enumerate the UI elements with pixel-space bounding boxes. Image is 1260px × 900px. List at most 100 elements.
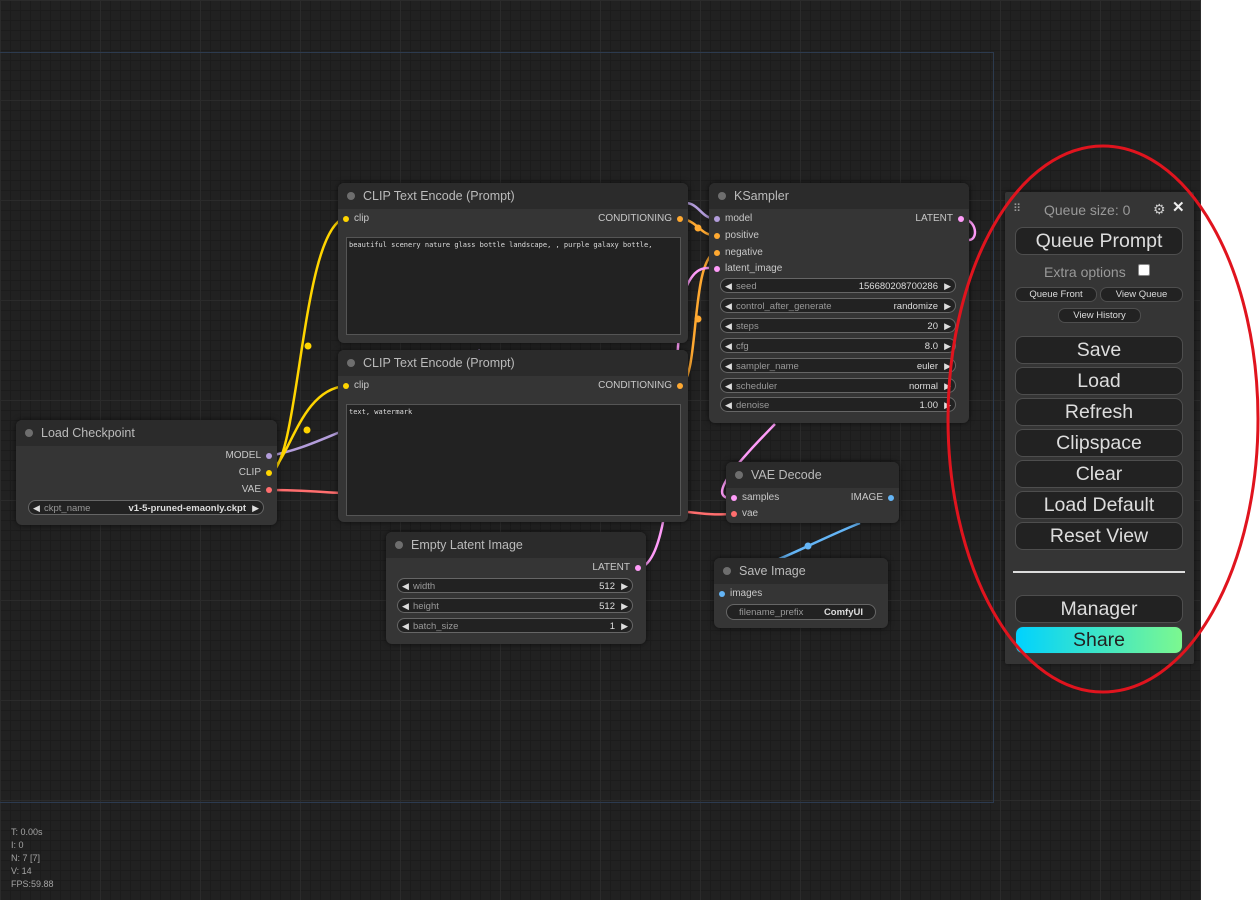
- collapse-dot[interactable]: [395, 541, 403, 549]
- widget-width[interactable]: ◀ width 512 ▶: [397, 578, 633, 593]
- output-slot-conditioning[interactable]: CONDITIONING: [598, 213, 683, 225]
- widget-sampler-name[interactable]: ◀ sampler_name euler ▶: [720, 358, 956, 373]
- widget-scheduler[interactable]: ◀ scheduler normal ▶: [720, 378, 956, 393]
- increment-arrow-icon[interactable]: ▶: [621, 579, 628, 594]
- queue-size-label: Queue size: 0: [1044, 202, 1131, 218]
- decrement-arrow-icon[interactable]: ◀: [725, 398, 732, 413]
- node-title[interactable]: Load Checkpoint: [16, 420, 277, 446]
- collapse-dot[interactable]: [723, 567, 731, 575]
- decrement-arrow-icon[interactable]: ◀: [725, 339, 732, 354]
- prompt-textarea[interactable]: beautiful scenery nature glass bottle la…: [346, 237, 681, 335]
- decrement-arrow-icon[interactable]: ◀: [725, 319, 732, 334]
- widget-label: control_after_generate: [736, 301, 832, 312]
- input-slot-positive[interactable]: positive: [714, 230, 759, 242]
- increment-arrow-icon[interactable]: ▶: [944, 379, 951, 394]
- increment-arrow-icon[interactable]: ▶: [944, 279, 951, 294]
- decrement-arrow-icon[interactable]: ◀: [725, 279, 732, 294]
- node-title[interactable]: KSampler: [709, 183, 969, 209]
- node-ksampler[interactable]: KSampler model positive negative latent_…: [709, 183, 969, 423]
- input-slot-clip[interactable]: clip: [342, 380, 369, 392]
- clipspace-button[interactable]: Clipspace: [1015, 429, 1183, 457]
- node-save-image[interactable]: Save Image images filename_prefix ComfyU…: [714, 558, 888, 628]
- decrement-arrow-icon[interactable]: ◀: [33, 501, 40, 516]
- node-empty-latent-image[interactable]: Empty Latent Image LATENT ◀ width 512 ▶ …: [386, 532, 646, 644]
- node-load-checkpoint[interactable]: Load Checkpoint MODEL CLIP VAE ◀ ckpt_na…: [16, 420, 277, 525]
- decrement-arrow-icon[interactable]: ◀: [725, 359, 732, 374]
- node-title[interactable]: VAE Decode: [726, 462, 899, 488]
- decrement-arrow-icon[interactable]: ◀: [402, 619, 409, 634]
- render-stats: T: 0.00s I: 0 N: 7 [7] V: 14 FPS:59.88: [11, 826, 54, 891]
- graph-canvas[interactable]: CLIP Text Encode (Prompt) clip CONDITION…: [0, 0, 1201, 900]
- increment-arrow-icon[interactable]: ▶: [621, 599, 628, 614]
- load-default-button[interactable]: Load Default: [1015, 491, 1183, 519]
- widget-steps[interactable]: ◀ steps 20 ▶: [720, 318, 956, 333]
- increment-arrow-icon[interactable]: ▶: [944, 339, 951, 354]
- node-vae-decode[interactable]: VAE Decode samples vae IMAGE: [726, 462, 899, 523]
- collapse-dot[interactable]: [735, 471, 743, 479]
- node-title[interactable]: Empty Latent Image: [386, 532, 646, 558]
- decrement-arrow-icon[interactable]: ◀: [402, 599, 409, 614]
- prompt-textarea[interactable]: text, watermark: [346, 404, 681, 516]
- output-slot-conditioning[interactable]: CONDITIONING: [598, 380, 683, 392]
- node-title[interactable]: CLIP Text Encode (Prompt): [338, 350, 688, 376]
- refresh-button[interactable]: Refresh: [1015, 398, 1183, 426]
- node-clip-text-encode-negative[interactable]: CLIP Text Encode (Prompt) clip CONDITION…: [338, 350, 688, 522]
- manager-button[interactable]: Manager: [1015, 595, 1183, 623]
- output-slot-model[interactable]: MODEL: [225, 450, 272, 462]
- output-slot-latent[interactable]: LATENT: [592, 562, 641, 574]
- input-slot-vae[interactable]: vae: [730, 508, 758, 520]
- increment-arrow-icon[interactable]: ▶: [944, 398, 951, 413]
- collapse-dot[interactable]: [718, 192, 726, 200]
- widget-ckpt-name[interactable]: ◀ ckpt_name v1-5-pruned-emaonly.ckpt ▶: [28, 500, 264, 515]
- collapse-dot[interactable]: [347, 192, 355, 200]
- input-slot-negative[interactable]: negative: [714, 247, 763, 259]
- increment-arrow-icon[interactable]: ▶: [944, 299, 951, 314]
- input-slot-images[interactable]: images: [718, 588, 762, 600]
- node-title[interactable]: Save Image: [714, 558, 888, 584]
- collapse-dot[interactable]: [347, 359, 355, 367]
- view-queue-button[interactable]: View Queue: [1100, 287, 1183, 302]
- load-button[interactable]: Load: [1015, 367, 1183, 395]
- output-slot-vae[interactable]: VAE: [242, 484, 273, 496]
- increment-arrow-icon[interactable]: ▶: [944, 359, 951, 374]
- reset-view-button[interactable]: Reset View: [1015, 522, 1183, 550]
- comfy-menu: ⠿ Queue size: 0 ⚙ ✕ Queue Prompt Extra o…: [1005, 192, 1194, 664]
- collapse-dot[interactable]: [25, 429, 33, 437]
- output-slot-image[interactable]: IMAGE: [851, 492, 895, 504]
- widget-label: ckpt_name: [44, 503, 91, 514]
- input-slot-latent-image[interactable]: latent_image: [713, 263, 782, 275]
- queue-front-button[interactable]: Queue Front: [1015, 287, 1097, 302]
- decrement-arrow-icon[interactable]: ◀: [725, 299, 732, 314]
- drag-handle-icon[interactable]: ⠿: [1013, 202, 1021, 215]
- widget-seed[interactable]: ◀ seed 156680208700286 ▶: [720, 278, 956, 293]
- increment-arrow-icon[interactable]: ▶: [944, 319, 951, 334]
- widget-control-after-generate[interactable]: ◀ control_after_generate randomize ▶: [720, 298, 956, 313]
- widget-cfg[interactable]: ◀ cfg 8.0 ▶: [720, 338, 956, 353]
- stat-time: T: 0.00s: [11, 827, 43, 837]
- node-clip-text-encode-positive[interactable]: CLIP Text Encode (Prompt) clip CONDITION…: [338, 183, 688, 343]
- close-icon[interactable]: ✕: [1172, 198, 1185, 216]
- input-slot-samples[interactable]: samples: [730, 492, 779, 504]
- node-title[interactable]: CLIP Text Encode (Prompt): [338, 183, 688, 209]
- output-slot-clip[interactable]: CLIP: [239, 467, 273, 479]
- decrement-arrow-icon[interactable]: ◀: [725, 379, 732, 394]
- input-slot-model[interactable]: model: [713, 213, 752, 225]
- widget-height[interactable]: ◀ height 512 ▶: [397, 598, 633, 613]
- extra-options-checkbox[interactable]: [1138, 264, 1150, 276]
- queue-prompt-button[interactable]: Queue Prompt: [1015, 227, 1183, 255]
- share-button[interactable]: Share: [1015, 626, 1183, 654]
- view-history-button[interactable]: View History: [1058, 308, 1141, 323]
- input-slot-clip[interactable]: clip: [342, 213, 369, 225]
- clear-button[interactable]: Clear: [1015, 460, 1183, 488]
- menu-divider: [1013, 571, 1185, 573]
- save-button[interactable]: Save: [1015, 336, 1183, 364]
- widget-batch-size[interactable]: ◀ batch_size 1 ▶: [397, 618, 633, 633]
- gear-icon[interactable]: ⚙: [1153, 201, 1166, 218]
- widget-denoise[interactable]: ◀ denoise 1.00 ▶: [720, 397, 956, 412]
- widget-filename-prefix[interactable]: filename_prefix ComfyUI: [726, 604, 876, 620]
- widget-label: cfg: [736, 341, 749, 352]
- increment-arrow-icon[interactable]: ▶: [252, 501, 259, 516]
- decrement-arrow-icon[interactable]: ◀: [402, 579, 409, 594]
- increment-arrow-icon[interactable]: ▶: [621, 619, 628, 634]
- output-slot-latent[interactable]: LATENT: [915, 213, 964, 225]
